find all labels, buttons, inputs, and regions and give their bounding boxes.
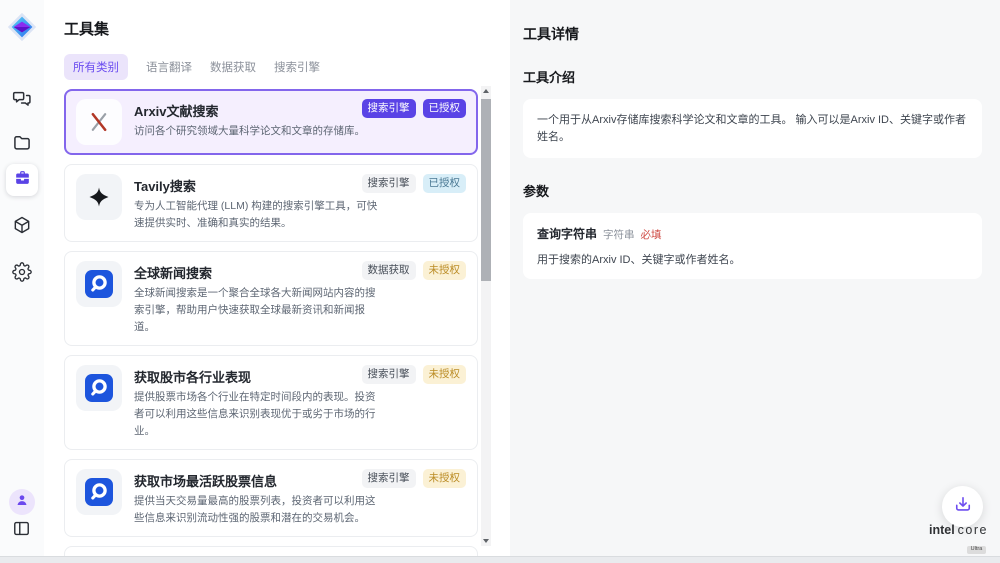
intro-text-box: 一个用于从Arxiv存储库搜索科学论文和文章的工具。 输入可以是Arxiv ID… (523, 99, 982, 158)
intel-wordmark: intel (929, 523, 955, 537)
list-scrollbar[interactable] (481, 86, 491, 546)
collapse-panel-icon[interactable] (12, 519, 32, 539)
intro-heading: 工具介绍 (523, 67, 982, 86)
tool-badges: 搜索引擎 未授权 (362, 469, 467, 488)
core-wordmark: core (958, 523, 988, 537)
tool-detail-panel: 工具详情 工具介绍 一个用于从Arxiv存储库搜索科学论文和文章的工具。 输入可… (510, 0, 1000, 556)
tool-list-panel: 工具集 所有类别语言翻译数据获取搜索引擎 Arxiv文献搜索 搜索引擎 已授权 … (44, 0, 510, 556)
tool-card[interactable]: 获取股市各行业表现 搜索引擎 未授权 提供股票市场各个行业在特定时间段内的表现。… (64, 355, 478, 450)
app-logo-gem-icon (7, 12, 37, 42)
tool-cards: Arxiv文献搜索 搜索引擎 已授权 访问各个研究领域大量科学论文和文章的存储库… (64, 89, 478, 556)
cube-icon[interactable] (12, 215, 32, 235)
tool-badges: 搜索引擎 未授权 (362, 365, 467, 384)
window-bottom-edge (0, 556, 1000, 563)
param-name: 查询字符串 (537, 225, 597, 242)
param-type: 字符串 (603, 227, 635, 242)
category-badge: 数据获取 (362, 261, 416, 280)
scrollbar-thumb[interactable] (481, 99, 491, 281)
tab-1[interactable]: 语言翻译 (146, 54, 192, 80)
tool-name: 获取市场最活跃股票信息 (134, 469, 277, 490)
tab-0[interactable]: 所有类别 (64, 54, 128, 80)
tool-badges: 数据获取 未授权 (362, 261, 467, 280)
app: 工具集 所有类别语言翻译数据获取搜索引擎 Arxiv文献搜索 搜索引擎 已授权 … (0, 0, 1000, 556)
category-badge: 搜索引擎 (362, 99, 416, 118)
tool-card[interactable]: Arxiv文献搜索 搜索引擎 已授权 访问各个研究领域大量科学论文和文章的存储库… (64, 89, 478, 155)
folder-icon[interactable] (12, 133, 32, 153)
tool-body: Tavily搜索 搜索引擎 已授权 专为人工智能代理 (LLM) 构建的搜索引擎… (134, 174, 466, 232)
tab-3[interactable]: 搜索引擎 (274, 54, 320, 80)
tool-description: 访问各个研究领域大量科学论文和文章的存储库。 (134, 123, 384, 140)
tool-body: Arxiv文献搜索 搜索引擎 已授权 访问各个研究领域大量科学论文和文章的存储库… (134, 99, 466, 145)
toolbox-icon (13, 168, 32, 192)
tool-head: Arxiv文献搜索 搜索引擎 已授权 (134, 99, 466, 120)
tool-name: Tavily搜索 (134, 174, 196, 195)
tool-card[interactable]: 万维地区新闻查询 搜索引擎 未授权 查询具体行政区划内的新闻，快速了解各地新闻动… (64, 546, 478, 556)
juhe-blue-icon (76, 365, 122, 411)
scroll-down-arrow-icon[interactable] (483, 539, 489, 543)
ultra-badge: Ultra (967, 546, 987, 555)
tool-badges: 搜索引擎 已授权 (362, 174, 467, 193)
param-box: 查询字符串 字符串 必填 用于搜索的Arxiv ID、关键字或作者姓名。 (523, 213, 982, 279)
tool-badges: 搜索引擎 已授权 (362, 99, 467, 118)
param-required-flag: 必填 (641, 227, 662, 242)
juhe-blue-icon (76, 469, 122, 515)
auth-badge: 已授权 (423, 174, 467, 193)
tool-head: Tavily搜索 搜索引擎 已授权 (134, 174, 466, 195)
tool-card[interactable]: 获取市场最活跃股票信息 搜索引擎 未授权 提供当天交易量最高的股票列表，投资者可… (64, 459, 478, 537)
person-icon (15, 493, 29, 512)
param-description: 用于搜索的Arxiv ID、关键字或作者姓名。 (537, 251, 968, 267)
page-root: { "left_panel": { "title": "工具集" }, "tab… (0, 0, 1000, 563)
auth-badge: 未授权 (423, 261, 467, 280)
chat-icon[interactable] (12, 88, 32, 108)
tool-head: 获取市场最活跃股票信息 搜索引擎 未授权 (134, 469, 466, 490)
intel-core-logo: intelcore Ultra (929, 522, 988, 554)
avatar[interactable] (9, 489, 35, 515)
arxiv-x-icon (76, 99, 122, 145)
juhe-blue-icon (76, 261, 122, 307)
auth-badge: 未授权 (423, 365, 467, 384)
category-badge: 搜索引擎 (362, 365, 416, 384)
detail-title: 工具详情 (523, 24, 982, 44)
category-badge: 搜索引擎 (362, 174, 416, 193)
tool-name: Arxiv文献搜索 (134, 99, 219, 120)
category-tabs: 所有类别语言翻译数据获取搜索引擎 (64, 54, 510, 80)
tool-body: 全球新闻搜索 数据获取 未授权 全球新闻搜索是一个聚合全球各大新闻网站内容的搜索… (134, 261, 466, 336)
auth-badge: 已授权 (423, 99, 467, 118)
page-title: 工具集 (64, 18, 510, 39)
tool-description: 提供当天交易量最高的股票列表，投资者可以利用这些信息来识别流动性强的股票和潜在的… (134, 493, 384, 527)
tool-body: 获取市场最活跃股票信息 搜索引擎 未授权 提供当天交易量最高的股票列表，投资者可… (134, 469, 466, 527)
download-icon (953, 494, 973, 519)
tool-description: 提供股票市场各个行业在特定时间段内的表现。投资者可以利用这些信息来识别表现优于或… (134, 389, 384, 440)
tool-body: 获取股市各行业表现 搜索引擎 未授权 提供股票市场各个行业在特定时间段内的表现。… (134, 365, 466, 440)
tool-name: 获取股市各行业表现 (134, 365, 251, 386)
tool-head: 全球新闻搜索 数据获取 未授权 (134, 261, 466, 282)
gear-icon[interactable] (12, 262, 32, 282)
auth-badge: 未授权 (423, 469, 467, 488)
tool-description: 专为人工智能代理 (LLM) 构建的搜索引擎工具，可快速提供实时、准确和真实的结… (134, 198, 384, 232)
download-button[interactable] (942, 486, 983, 527)
category-badge: 搜索引擎 (362, 469, 416, 488)
tool-card[interactable]: Tavily搜索 搜索引擎 已授权 专为人工智能代理 (LLM) 构建的搜索引擎… (64, 164, 478, 242)
toolbox-icon-active[interactable] (6, 164, 38, 196)
tavily-star-icon (76, 174, 122, 220)
tool-name: 全球新闻搜索 (134, 261, 212, 282)
tool-card[interactable]: 全球新闻搜索 数据获取 未授权 全球新闻搜索是一个聚合全球各大新闻网站内容的搜索… (64, 251, 478, 346)
tool-description: 全球新闻搜索是一个聚合全球各大新闻网站内容的搜索引擎，帮助用户快速获取全球最新资… (134, 285, 384, 336)
param-head: 查询字符串 字符串 必填 (537, 225, 968, 242)
tool-head: 获取股市各行业表现 搜索引擎 未授权 (134, 365, 466, 386)
params-heading: 参数 (523, 181, 982, 200)
tab-2[interactable]: 数据获取 (210, 54, 256, 80)
scroll-up-arrow-icon[interactable] (483, 89, 489, 93)
sidebar (0, 0, 44, 556)
